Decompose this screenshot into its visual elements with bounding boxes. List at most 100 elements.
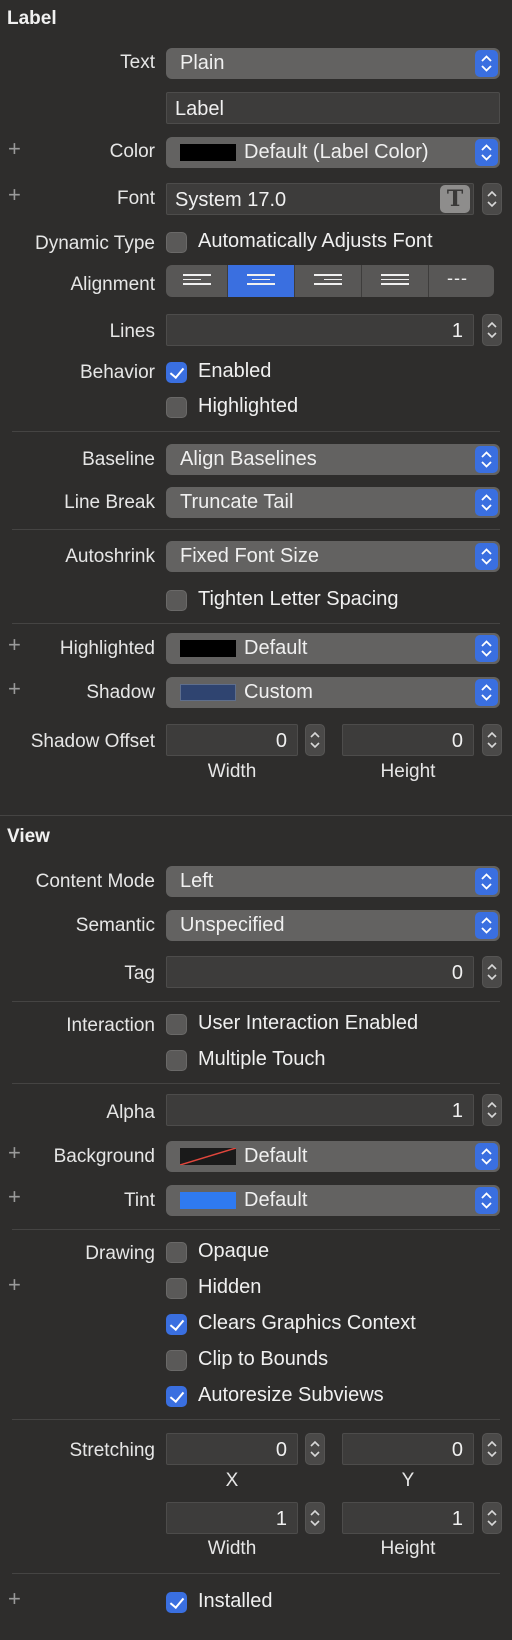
- hidden-checkbox[interactable]: [166, 1278, 187, 1299]
- opaque-label: Opaque: [198, 1240, 270, 1262]
- shadow-offset-width-value: 0: [275, 730, 287, 752]
- stretching-x-caption: X: [225, 1470, 239, 1491]
- installed-add-variation-button[interactable]: +: [8, 1586, 21, 1612]
- align-natural-segment[interactable]: ---: [429, 265, 494, 297]
- tag-stepper[interactable]: [482, 956, 502, 988]
- baseline-popup[interactable]: Align Baselines: [166, 444, 500, 475]
- shadow-color-swatch: [180, 684, 236, 701]
- separator: [12, 1001, 500, 1002]
- autoresize-subviews-checkbox[interactable]: [166, 1386, 187, 1407]
- font-label: Font: [116, 188, 155, 209]
- stretching-width-stepper[interactable]: [305, 1502, 325, 1534]
- shadow-label: Shadow: [86, 682, 155, 703]
- stretching-y-field[interactable]: 0: [342, 1433, 474, 1465]
- tighten-letter-spacing-checkbox[interactable]: [166, 590, 187, 611]
- background-color-swatch: [180, 1148, 236, 1165]
- separator: [12, 529, 500, 530]
- highlighted-color-popup[interactable]: Default: [166, 633, 500, 664]
- enabled-label: Enabled: [198, 360, 272, 382]
- highlighted-color-label: Highlighted: [59, 638, 155, 659]
- font-field[interactable]: System 17.0 T: [166, 183, 474, 215]
- shadow-offset-height-caption: Height: [380, 761, 436, 782]
- stretching-width-field[interactable]: 1: [166, 1502, 298, 1534]
- shadow-color-popup[interactable]: Custom: [166, 677, 500, 708]
- user-interaction-checkbox[interactable]: [166, 1014, 187, 1035]
- alpha-field[interactable]: 1: [166, 1094, 474, 1126]
- stretching-height-caption: Height: [380, 1538, 436, 1559]
- line-break-popup[interactable]: Truncate Tail: [166, 487, 500, 518]
- stretching-x-value: 0: [275, 1439, 287, 1461]
- hidden-add-variation-button[interactable]: +: [8, 1272, 21, 1298]
- tighten-letter-spacing-label: Tighten Letter Spacing: [198, 588, 399, 610]
- semantic-label: Semantic: [75, 915, 155, 936]
- tint-color-popup[interactable]: Default: [166, 1185, 500, 1216]
- auto-adjust-font-checkbox[interactable]: [166, 232, 187, 253]
- popup-arrows-icon: [475, 679, 498, 706]
- color-label: Color: [109, 141, 155, 162]
- clip-to-bounds-checkbox[interactable]: [166, 1350, 187, 1371]
- align-center-segment[interactable]: [228, 265, 295, 297]
- opaque-checkbox[interactable]: [166, 1242, 187, 1263]
- stretching-y-caption: Y: [401, 1470, 415, 1491]
- stretching-width-value: 1: [275, 1508, 287, 1530]
- tag-field[interactable]: 0: [166, 956, 474, 988]
- separator: [12, 623, 500, 624]
- lines-field[interactable]: 1: [166, 314, 474, 346]
- behavior-label: Behavior: [80, 362, 155, 383]
- autoresize-subviews-label: Autoresize Subviews: [198, 1384, 384, 1406]
- highlighted-color-value: Default: [244, 637, 308, 659]
- align-left-segment[interactable]: [166, 265, 228, 297]
- popup-arrows-icon: [475, 635, 498, 662]
- lines-stepper[interactable]: [482, 314, 502, 346]
- alignment-label: Alignment: [70, 274, 156, 295]
- semantic-popup[interactable]: Unspecified: [166, 910, 500, 941]
- align-justify-segment[interactable]: [362, 265, 429, 297]
- alpha-stepper[interactable]: [482, 1094, 502, 1126]
- font-picker-icon[interactable]: T: [440, 185, 470, 213]
- label-text-value: Label: [175, 98, 224, 120]
- background-color-popup[interactable]: Default: [166, 1141, 500, 1172]
- font-size-stepper[interactable]: [482, 183, 502, 215]
- line-break-value: Truncate Tail: [180, 491, 294, 513]
- popup-arrows-icon: [475, 489, 498, 516]
- font-value: System 17.0: [175, 189, 287, 211]
- clears-graphics-context-checkbox[interactable]: [166, 1314, 187, 1335]
- align-left-icon: [182, 274, 211, 288]
- separator: [12, 431, 500, 432]
- autoshrink-popup[interactable]: Fixed Font Size: [166, 541, 500, 572]
- stretching-y-stepper[interactable]: [482, 1433, 502, 1465]
- label-section-title: Label: [7, 8, 57, 29]
- stretching-height-field[interactable]: 1: [342, 1502, 474, 1534]
- color-popup[interactable]: Default (Label Color): [166, 137, 500, 168]
- align-justify-icon: [381, 274, 409, 288]
- multiple-touch-checkbox[interactable]: [166, 1050, 187, 1071]
- baseline-label: Baseline: [82, 449, 155, 470]
- stretching-x-stepper[interactable]: [305, 1433, 325, 1465]
- tag-label: Tag: [124, 963, 155, 984]
- highlighted-checkbox[interactable]: [166, 397, 187, 418]
- shadow-offset-height-stepper[interactable]: [482, 724, 502, 756]
- alpha-label: Alpha: [106, 1102, 155, 1123]
- shadow-offset-width-stepper[interactable]: [305, 724, 325, 756]
- shadow-offset-width-field[interactable]: 0: [166, 724, 298, 756]
- separator: [12, 1083, 500, 1084]
- text-type-value: Plain: [180, 52, 225, 74]
- multiple-touch-label: Multiple Touch: [198, 1048, 326, 1070]
- text-type-popup[interactable]: Plain: [166, 48, 500, 79]
- label-text-field[interactable]: Label: [166, 92, 500, 124]
- align-right-segment[interactable]: [295, 265, 362, 297]
- separator: [12, 1229, 500, 1230]
- stretching-width-caption: Width: [207, 1538, 257, 1559]
- stretching-y-value: 0: [451, 1439, 463, 1461]
- installed-checkbox[interactable]: [166, 1592, 187, 1613]
- stretching-height-value: 1: [451, 1508, 463, 1530]
- autoshrink-value: Fixed Font Size: [180, 545, 319, 567]
- interaction-label: Interaction: [66, 1015, 155, 1036]
- tint-color-value: Default: [244, 1189, 308, 1211]
- shadow-offset-height-field[interactable]: 0: [342, 724, 474, 756]
- content-mode-popup[interactable]: Left: [166, 866, 500, 897]
- line-break-label: Line Break: [64, 492, 155, 513]
- enabled-checkbox[interactable]: [166, 362, 187, 383]
- stretching-height-stepper[interactable]: [482, 1502, 502, 1534]
- stretching-x-field[interactable]: 0: [166, 1433, 298, 1465]
